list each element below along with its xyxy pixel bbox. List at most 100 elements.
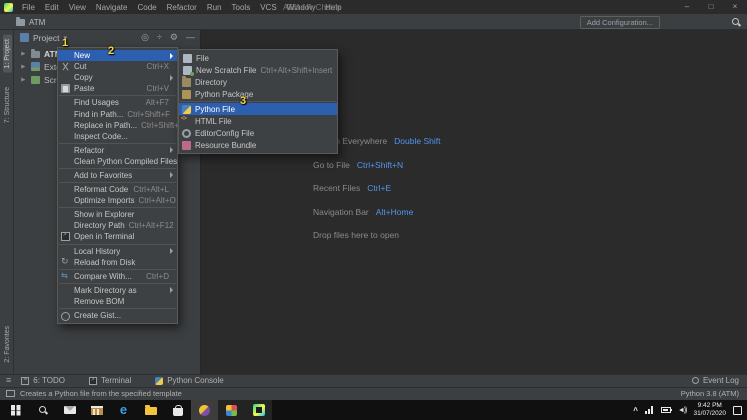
hide-panel-icon[interactable]: — — [186, 30, 195, 45]
context-menu-item[interactable]: Optimize Imports Ctrl+Alt+O — [58, 195, 177, 206]
menu-shortcut: Alt+F7 — [145, 98, 169, 108]
icon-placeholder — [61, 121, 70, 130]
tool-window-tab[interactable]: 2: Favorites — [3, 322, 12, 367]
taskbar-button[interactable] — [110, 400, 137, 420]
taskbar-button[interactable] — [29, 400, 56, 420]
menubar-item[interactable]: File — [17, 3, 40, 12]
submenu-item[interactable]: Directory — [179, 76, 337, 88]
tool-windows-menu-icon[interactable]: ≡ — [6, 374, 11, 387]
menubar-item[interactable]: VCS — [255, 3, 281, 12]
minimize-button[interactable]: – — [675, 0, 699, 14]
collapse-all-icon[interactable]: ÷ — [157, 30, 162, 45]
context-menu-item[interactable]: Reload from Disk — [58, 257, 177, 268]
context-menu-item[interactable]: Find Usages Alt+F7 — [58, 97, 177, 108]
notification-center-icon[interactable] — [733, 405, 742, 415]
context-menu-item[interactable]: Reformat Code Ctrl+Alt+L — [58, 184, 177, 195]
context-menu-item[interactable]: Cut Ctrl+X — [58, 61, 177, 72]
volume-icon[interactable]: ◄)) — [678, 407, 688, 414]
taskbar-button[interactable] — [245, 400, 272, 420]
bottom-tabs: 6: TODO Terminal Python Console — [21, 376, 224, 385]
context-menu-item[interactable]: Replace in Path... Ctrl+Shift+R — [58, 120, 185, 131]
context-menu-item[interactable]: Open in Terminal — [58, 231, 177, 242]
context-menu-item[interactable]: Mark Directory as — [58, 285, 177, 296]
expand-chevron-icon[interactable]: ▶ — [21, 76, 26, 82]
interpreter-widget[interactable]: Python 3.8 (ATM) — [681, 389, 739, 398]
add-configuration-button[interactable]: Add Configuration... — [579, 15, 660, 29]
network-icon[interactable] — [644, 406, 654, 414]
tool-window-button[interactable]: Python Console — [155, 376, 224, 385]
shortcut-hint-keys[interactable]: Double Shift — [394, 136, 440, 146]
taskbar-button[interactable] — [56, 400, 83, 420]
tray-chevron-up-icon[interactable]: ^ — [633, 406, 638, 415]
dir-icon — [182, 76, 191, 87]
menu-separator — [180, 101, 336, 102]
submenu-arrow-icon — [170, 287, 173, 294]
context-menu-item[interactable]: Add to Favorites — [58, 170, 177, 181]
event-log-button[interactable]: Event Log — [691, 376, 739, 385]
maximize-button[interactable]: □ — [699, 0, 723, 14]
close-button[interactable]: × — [723, 0, 747, 14]
context-menu-item[interactable]: Show in Explorer — [58, 209, 177, 220]
submenu-item[interactable]: Python File — [179, 103, 337, 115]
menubar-item[interactable]: Tools — [227, 3, 256, 12]
submenu-item[interactable]: New Scratch File Ctrl+Alt+Shift+Insert — [179, 64, 337, 76]
battery-icon[interactable] — [660, 407, 672, 413]
taskbar-button[interactable] — [83, 400, 110, 420]
bank-icon — [90, 405, 103, 415]
settings-gear-icon[interactable]: ⚙ — [170, 30, 178, 45]
system-tray: ^ ◄)) 9:42 PM 31/07/2020 — [633, 402, 747, 418]
context-menu-item[interactable]: Local History — [58, 246, 177, 257]
locate-file-icon[interactable]: ◎ — [141, 30, 149, 45]
menubar-item[interactable]: Run — [202, 3, 227, 12]
taskbar-button[interactable] — [2, 400, 29, 420]
menu-shortcut: Ctrl+D — [146, 271, 169, 281]
submenu-item[interactable]: EditorConfig File — [179, 127, 337, 139]
stripe-bottom: 2: Favorites — [0, 317, 14, 372]
context-menu-item[interactable]: Remove BOM — [58, 296, 177, 307]
context-menu-item[interactable]: Clean Python Compiled Files — [58, 156, 177, 167]
menubar-item[interactable]: View — [64, 3, 91, 12]
context-menu-item[interactable]: Compare With... Ctrl+D — [58, 271, 177, 282]
search-icon[interactable] — [731, 17, 741, 27]
menubar-item[interactable]: Edit — [40, 3, 64, 12]
taskbar-button[interactable] — [218, 400, 245, 420]
taskbar-button[interactable] — [137, 400, 164, 420]
mail-icon — [63, 406, 76, 414]
menubar-item[interactable]: Refactor — [162, 3, 202, 12]
context-menu-item[interactable]: Directory Path Ctrl+Alt+F12 — [58, 220, 177, 231]
submenu-item[interactable]: Resource Bundle — [179, 139, 337, 151]
shortcut-hint-keys[interactable]: Ctrl+E — [367, 183, 391, 193]
taskbar-buttons — [2, 400, 272, 420]
submenu-item[interactable]: File — [179, 52, 337, 64]
submenu-item[interactable]: Python Package — [179, 88, 337, 100]
tool-window-button[interactable]: Terminal — [88, 376, 131, 385]
tool-window-tab[interactable]: 1: Project — [2, 35, 12, 73]
expand-chevron-icon[interactable]: ▶ — [21, 50, 26, 56]
tool-window-tab[interactable]: 7: Structure — [3, 83, 12, 127]
breadcrumb[interactable]: ATM — [16, 16, 45, 27]
gist-icon — [61, 311, 70, 321]
taskbar-clock[interactable]: 9:42 PM 31/07/2020 — [693, 402, 726, 418]
context-menu-item[interactable]: Find in Path... Ctrl+Shift+F — [58, 108, 177, 119]
taskbar-button[interactable] — [164, 400, 191, 420]
context-menu-item[interactable]: Inspect Code... — [58, 131, 177, 142]
menu-shortcut: Ctrl+Shift+F — [127, 109, 171, 119]
context-menu-item[interactable]: New — [58, 50, 177, 62]
tool-window-button[interactable]: 6: TODO — [21, 376, 65, 385]
submenu-item[interactable]: HTML File — [179, 115, 337, 127]
context-menu-item[interactable]: Create Gist... — [58, 310, 177, 321]
icon-placeholder — [61, 51, 70, 60]
menubar-item[interactable]: Code — [132, 3, 161, 12]
shortcut-hint-keys[interactable]: Alt+Home — [376, 207, 414, 217]
shortcut-hint-keys[interactable]: Ctrl+Shift+N — [357, 160, 403, 170]
frame-icon — [6, 390, 15, 397]
context-menu-item[interactable]: Copy — [58, 72, 177, 83]
icon-placeholder — [61, 157, 70, 166]
menubar-item[interactable]: Navigate — [91, 3, 133, 12]
project-panel-title[interactable]: Project — [33, 33, 59, 43]
expand-chevron-icon[interactable]: ▶ — [21, 63, 26, 69]
taskbar-button[interactable] — [191, 400, 218, 420]
context-menu-item[interactable]: Paste Ctrl+V — [58, 83, 177, 94]
context-menu-item[interactable]: Refactor — [58, 145, 177, 156]
pyconsole-icon — [155, 376, 164, 385]
